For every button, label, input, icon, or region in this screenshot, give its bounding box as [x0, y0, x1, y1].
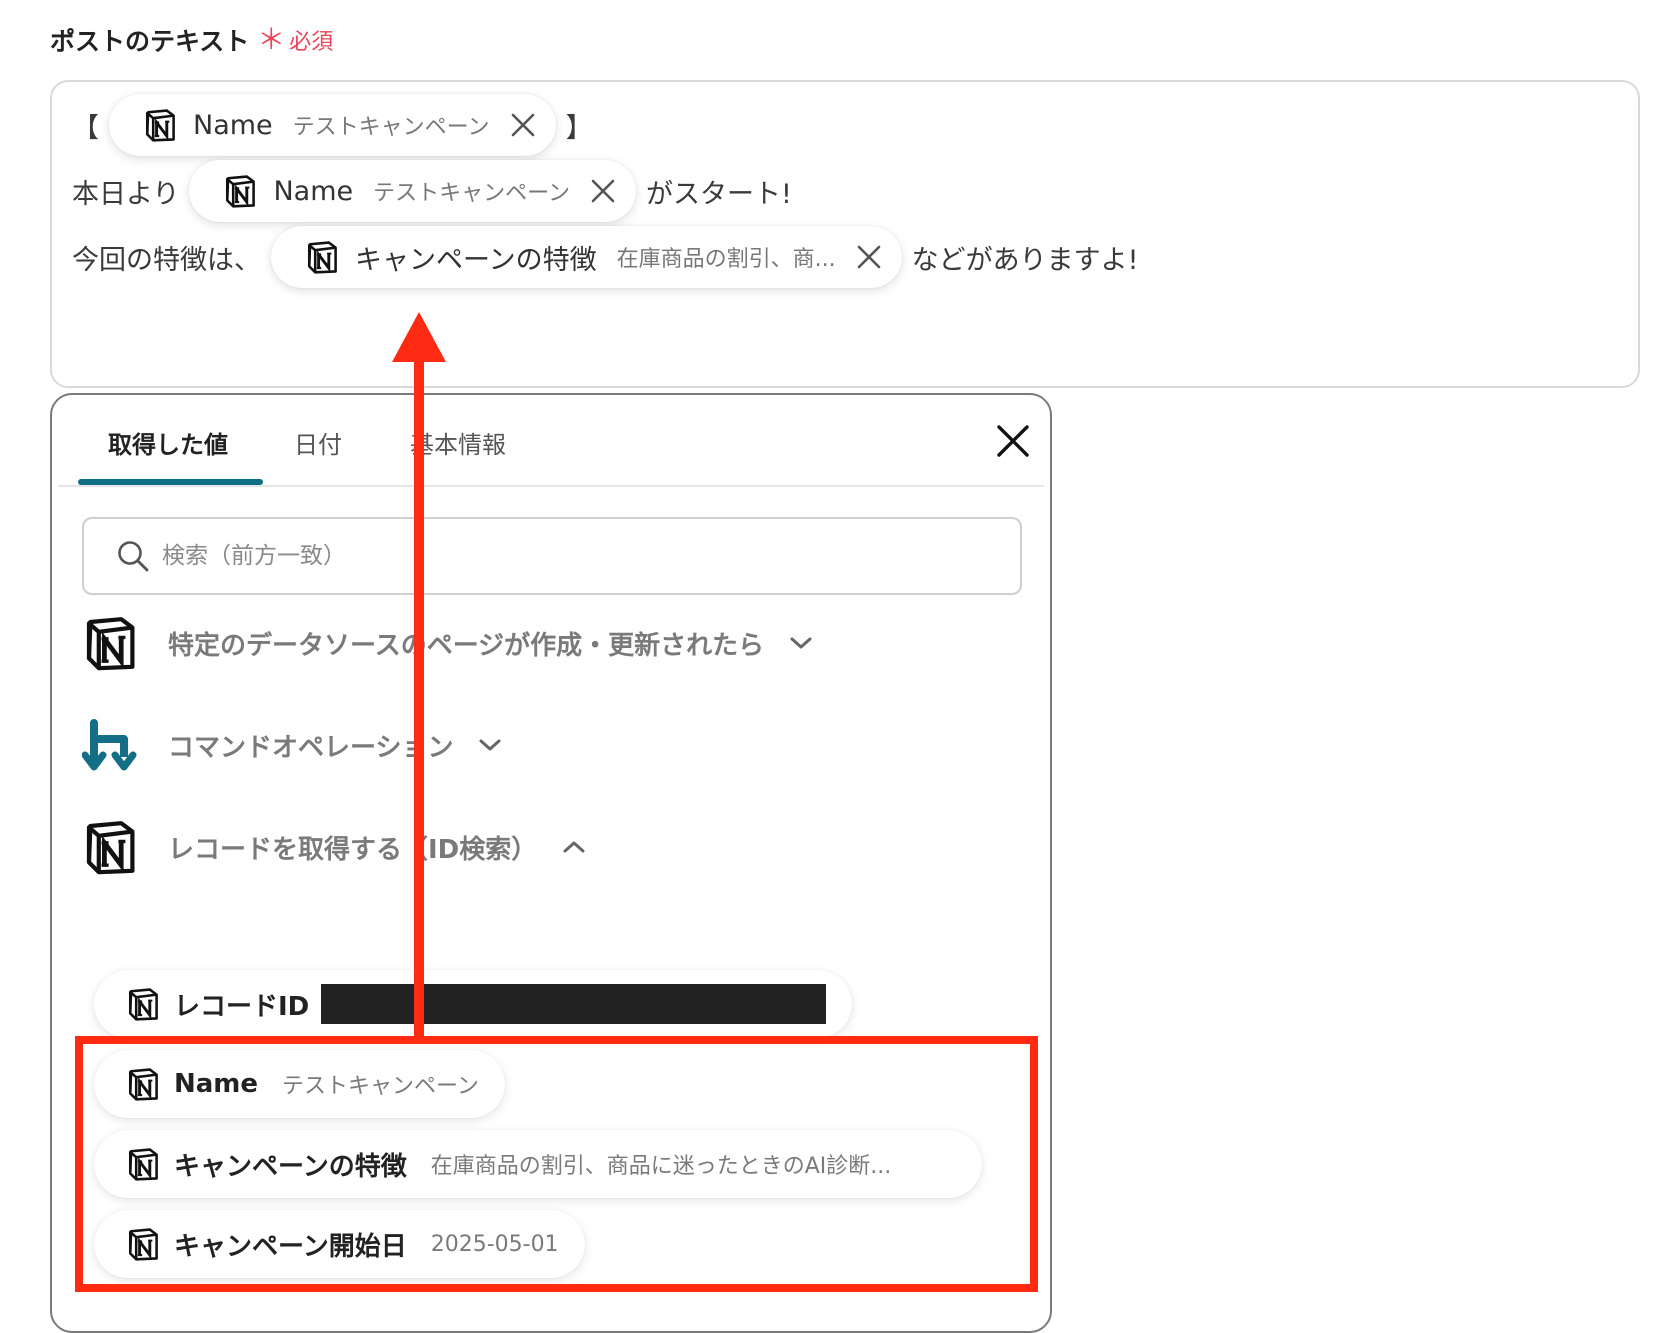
notion-icon — [305, 240, 339, 274]
tab-date[interactable]: 日付 — [294, 425, 342, 460]
line1-suffix: 】 — [565, 112, 593, 144]
remove-chip-icon[interactable] — [588, 176, 618, 206]
close-icon[interactable] — [993, 421, 1033, 461]
line1-prefix: 【 — [72, 112, 99, 144]
required-asterisk: ＊ — [257, 23, 286, 56]
tab-bar: 取得した値 日付 基本情報 — [58, 395, 1044, 487]
redacted-value — [321, 984, 827, 1024]
editor-line-1: 【 Name テストキャンペーン 】 — [72, 94, 593, 156]
line3-prefix: 今回の特徴は、 — [72, 244, 261, 276]
chip-value: 在庫商品の割引、商... — [616, 247, 836, 272]
tab-basic-info[interactable]: 基本情報 — [410, 425, 506, 460]
variable-chip-name[interactable]: Name テストキャンペーン — [109, 94, 556, 156]
section-title: レコードを取得する（ID検索） — [168, 834, 538, 865]
item-key: レコードID — [174, 991, 310, 1022]
line3-suffix: などがありますよ! — [911, 244, 1139, 276]
chip-key: キャンペーンの特徴 — [355, 244, 597, 276]
notion-icon — [223, 174, 257, 208]
chevron-up-icon — [563, 841, 585, 853]
variable-chip-feature[interactable]: キャンペーンの特徴 在庫商品の割引、商... — [271, 226, 902, 288]
line2-suffix: がスタート! — [646, 178, 792, 210]
variable-chip-name[interactable]: Name テストキャンペーン — [189, 160, 637, 222]
notion-icon — [82, 615, 138, 671]
chevron-down-icon — [790, 637, 812, 649]
field-title: ポストのテキスト — [50, 27, 250, 56]
command-operation-icon — [82, 719, 137, 771]
section-get-record[interactable]: レコードを取得する（ID検索） — [82, 819, 587, 875]
search-box — [82, 517, 1022, 595]
post-text-editor[interactable]: 【 Name テストキャンペーン 】 本日より Name テストキャンペーン が… — [50, 80, 1640, 388]
value-item-record-id[interactable]: レコードID — [94, 970, 853, 1038]
remove-chip-icon[interactable] — [508, 110, 538, 140]
section-title: 特定のデータソースのページが作成・更新されたら — [168, 630, 765, 661]
line2-prefix: 本日より — [72, 178, 180, 210]
chip-key: Name — [273, 175, 354, 207]
notion-icon — [143, 108, 177, 142]
annotation-highlight-box — [75, 1036, 1038, 1292]
editor-line-3: 今回の特徴は、 キャンペーンの特徴 在庫商品の割引、商... などがありますよ! — [72, 226, 1138, 288]
tab-retrieved-values[interactable]: 取得した値 — [108, 425, 228, 460]
search-input[interactable] — [160, 542, 864, 570]
search-icon — [118, 541, 149, 572]
notion-icon — [126, 987, 160, 1021]
remove-chip-icon[interactable] — [854, 242, 884, 272]
required-text: 必須 — [289, 30, 334, 55]
notion-icon — [82, 819, 138, 875]
chevron-down-icon — [479, 739, 501, 751]
section-title: コマンドオペレーション — [168, 732, 454, 763]
section-trigger[interactable]: 特定のデータソースのページが作成・更新されたら — [82, 615, 814, 671]
chip-key: Name — [193, 109, 273, 141]
editor-line-2: 本日より Name テストキャンペーン がスタート! — [72, 160, 792, 222]
active-tab-indicator — [78, 479, 263, 485]
required-badge: ＊ 必須 — [257, 24, 333, 56]
chip-value: テストキャンペーン — [292, 115, 490, 140]
field-label: ポストのテキスト ＊ 必須 — [50, 22, 333, 58]
chip-value: テストキャンペーン — [373, 181, 571, 206]
section-command-operation[interactable]: コマンドオペレーション — [82, 717, 503, 773]
